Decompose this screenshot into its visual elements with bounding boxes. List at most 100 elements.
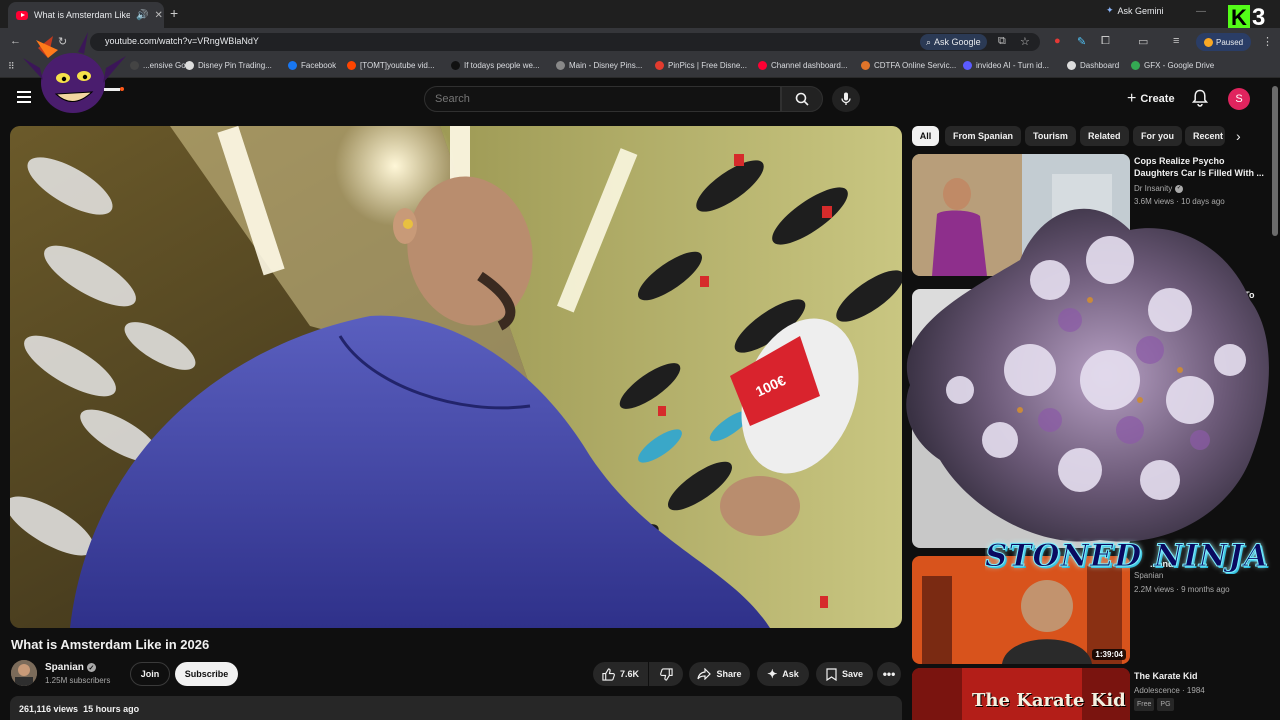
bookmark-label: Channel dashboard... [771,61,848,70]
bookmark-item[interactable]: PinPics | Free Disne... [655,61,747,70]
ask-google-label: Ask Google [934,37,981,47]
bookmark-item[interactable]: invideo AI - Turn id... [963,61,1049,70]
view-count: 261,116 views [19,704,79,714]
share-arrow-icon [697,668,712,680]
create-label: Create [1140,93,1175,105]
bookmark-favicon-icon [185,61,194,70]
recommendation-channel-4[interactable]: Adolescence · 1984 [1134,685,1205,696]
extension-red-icon[interactable]: ● [1054,35,1061,47]
browser-tab-bar [0,0,1280,28]
ask-google-button[interactable]: ⌕ Ask Google [920,34,987,50]
ask-gemini-button[interactable]: ✦ Ask Gemini [1106,5,1164,16]
recommendation-badges-4: Free PG [1134,698,1177,711]
bookmark-label: Dashboard [1080,61,1120,70]
split-view-icon[interactable]: ▭ [1138,35,1148,48]
ask-button[interactable]: ✦ Ask [757,662,809,686]
bookmark-favicon-icon [1131,61,1140,70]
bookmark-favicon-icon [347,61,356,70]
bookmark-item[interactable]: GFX - Google Drive [1131,61,1214,70]
youtube-favicon-icon [16,10,28,20]
subscribe-button[interactable]: Subscribe [175,662,238,686]
reading-list-icon[interactable]: ≡ [1173,35,1179,47]
more-actions-button[interactable]: ••• [877,662,901,686]
create-button[interactable]: + Create [1121,87,1181,111]
upload-date: 15 hours ago [83,704,140,714]
save-label: Save [841,669,864,679]
chip-for-you[interactable]: For you [1133,126,1182,146]
ask-label: Ask [782,669,799,679]
save-playlist-icon [826,667,837,681]
more-menu-icon[interactable]: ⋮ [1262,35,1273,48]
profile-icon [1204,37,1213,47]
bookmark-favicon-icon [655,61,664,70]
search-button[interactable] [781,86,823,112]
channel-avatar-image [11,660,37,686]
chips-next-chevron-icon[interactable]: › [1236,128,1241,144]
video-frame: 100€ [10,126,902,628]
search-icon [795,92,809,106]
user-avatar[interactable]: S [1228,88,1250,110]
url-text[interactable]: youtube.com/watch?v=VRngWBlaNdY [105,36,259,46]
bookmark-favicon-icon [451,61,460,70]
bookmark-favicon-icon [130,61,139,70]
voice-search-button[interactable] [832,86,860,112]
close-tab-icon[interactable]: ✕ [154,10,162,21]
cannabis-bud-overlay-image [906,208,1269,542]
ask-gemini-label: Ask Gemini [1117,5,1164,16]
microphone-icon [841,92,851,105]
tab-title: What is Amsterdam Like in [34,10,130,20]
bookmark-label: [TOMT]youtube vid... [360,61,435,70]
bookmark-label: Disney Pin Trading... [198,61,272,70]
extensions-puzzle-icon[interactable]: ⧠ [1101,35,1110,48]
bookmark-item[interactable]: CDTFA Online Servic... [861,61,956,70]
channel-avatar[interactable] [11,660,37,686]
bookmark-favicon-icon [556,61,565,70]
search-box[interactable] [424,86,781,112]
chip-tourism[interactable]: Tourism [1025,126,1076,146]
bookmark-item[interactable]: Facebook [288,61,336,70]
bookmark-star-icon[interactable]: ☆ [1020,35,1030,48]
bookmark-label: If todays people we... [464,61,540,70]
stoned-ninja-brand-text: STONED NINJA [985,538,1269,574]
verified-check-icon: ✓ [86,663,96,672]
apps-grid-icon[interactable]: ⠿ [8,61,15,72]
bookmark-favicon-icon [963,61,972,70]
bookmark-item[interactable]: If todays people we... [451,61,540,70]
page-scrollbar[interactable] [1272,86,1278,236]
bookmark-label: Main - Disney Pins... [569,61,643,70]
chip-recent[interactable]: Recent [1185,126,1225,146]
search-input[interactable] [425,87,780,111]
speaker-icon[interactable]: 🔊 [136,10,148,21]
profile-paused-button[interactable]: Paused [1196,33,1252,51]
bookmark-item[interactable]: Dashboard [1067,61,1119,70]
channel-name[interactable]: Spanian ✓ [45,662,96,673]
chip-related[interactable]: Related [1080,126,1129,146]
new-tab-button[interactable]: + [170,5,178,21]
dislike-button[interactable] [649,662,683,686]
video-duration: 1:39:04 [1092,649,1126,660]
recommendation-thumbnail-5[interactable]: The Karate Kid [912,668,1130,720]
bookmark-label: CDTFA Online Servic... [874,61,957,70]
join-button[interactable]: Join [130,662,170,686]
like-count: 7.6K [619,669,639,679]
minimize-icon[interactable]: — [1196,6,1206,17]
bookmark-item[interactable]: Channel dashboard... [758,61,848,70]
like-button[interactable]: 7.6K [593,662,648,686]
extension-blue-icon[interactable]: ✎ [1077,35,1086,48]
video-description-box[interactable]: 261,116 views 15 hours ago [10,696,902,720]
bookmark-item[interactable]: Disney Pin Trading... [185,61,272,70]
notifications-bell-icon[interactable] [1192,89,1208,107]
save-button[interactable]: Save [816,662,873,686]
chip-from-spanian[interactable]: From Spanian [945,126,1022,146]
video-player[interactable]: 100€ [10,126,902,628]
browser-tab[interactable]: What is Amsterdam Like in 🔊 ✕ [8,2,164,28]
bookmark-favicon-icon [758,61,767,70]
bookmark-item[interactable]: [TOMT]youtube vid... [347,61,435,70]
install-icon[interactable]: ⧉ [998,35,1006,48]
recommendation-title-4[interactable]: The Karate Kid [1134,670,1264,682]
video-title: What is Amsterdam Like in 2026 [11,637,210,652]
share-button[interactable]: Share [689,662,750,686]
channel-name-text[interactable]: Spanian [45,662,84,673]
bookmark-item[interactable]: Main - Disney Pins... [556,61,642,70]
chip-all[interactable]: All [912,126,939,146]
